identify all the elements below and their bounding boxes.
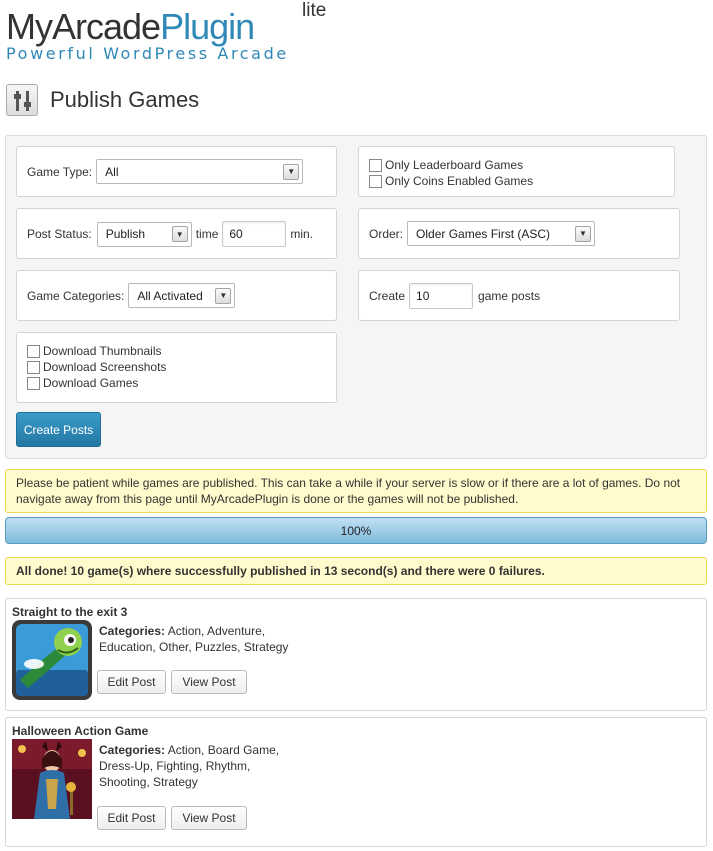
time-input[interactable]: 60	[222, 221, 287, 247]
download-games-label: Download Games	[43, 376, 139, 390]
downloads-box: Download Thumbnails Download Screenshots…	[16, 332, 337, 403]
game-type-value: All	[105, 164, 119, 179]
categories-label: Categories:	[99, 624, 166, 638]
game-categories-select[interactable]: All Activated ▼	[128, 283, 236, 308]
only-coins-checkbox[interactable]	[369, 174, 382, 188]
game-categories: Categories: Action, Adventure, Education…	[99, 623, 299, 655]
download-screenshots-checkbox[interactable]	[27, 360, 40, 374]
create-count-input[interactable]: 10	[409, 283, 474, 309]
game-posts-label: game posts	[478, 289, 541, 303]
view-post-button[interactable]: View Post	[171, 806, 247, 830]
progress-label: 100%	[340, 523, 372, 538]
download-games-checkbox[interactable]	[27, 376, 40, 390]
chevron-down-icon: ▼	[283, 163, 300, 180]
published-game-card: Halloween Action Game Categories: Action…	[5, 717, 707, 847]
only-options-box: Only Leaderboard Games Only Coins Enable…	[358, 146, 675, 197]
myarcadeplugin-logo: MyArcadePlugin lite Powerful WordPress A…	[6, 0, 346, 63]
download-thumbnails-checkbox[interactable]	[27, 344, 40, 358]
game-type-box: Game Type: All ▼	[16, 146, 337, 197]
chevron-down-icon: ▼	[215, 287, 232, 304]
order-box: Order: Older Games First (ASC) ▼	[358, 208, 680, 259]
download-thumbnails-option[interactable]: Download Thumbnails	[27, 343, 166, 359]
edit-post-button[interactable]: Edit Post	[97, 670, 166, 694]
download-games-option[interactable]: Download Games	[27, 375, 166, 391]
post-status-label: Post Status:	[27, 227, 92, 241]
patience-notice: Please be patient while games are publis…	[5, 469, 707, 513]
game-categories-value: All Activated	[137, 288, 203, 303]
game-title: Halloween Action Game	[12, 724, 149, 738]
game-categories-label: Game Categories:	[27, 288, 125, 303]
logo-text-plugin: Plugin	[160, 6, 255, 47]
game-title: Straight to the exit 3	[12, 605, 128, 619]
game-thumbnail	[12, 739, 92, 819]
publish-form: Game Type: All ▼ Only Leaderboard Games …	[5, 135, 707, 459]
published-game-card: Straight to the exit 3 Categories: Actio…	[5, 598, 707, 711]
time-unit-label: min.	[290, 227, 314, 241]
game-type-label: Game Type:	[27, 164, 93, 179]
progress-bar: 100%	[5, 517, 707, 544]
order-select[interactable]: Older Games First (ASC) ▼	[407, 221, 596, 246]
create-label: Create	[369, 289, 406, 303]
post-status-value: Publish	[105, 227, 146, 241]
time-label: time	[195, 227, 219, 241]
only-leaderboard-label: Only Leaderboard Games	[385, 158, 524, 172]
logo-text-my-arcade: MyArcade	[6, 6, 161, 47]
logo-tagline: Powerful WordPress Arcade	[6, 44, 289, 63]
chevron-down-icon: ▼	[575, 225, 592, 242]
post-status-box: Post Status: Publish ▼ time 60 min.	[16, 208, 337, 259]
edit-post-button[interactable]: Edit Post	[97, 806, 166, 830]
download-thumbnails-label: Download Thumbnails	[43, 344, 162, 358]
categories-label: Categories:	[99, 743, 166, 757]
game-type-select[interactable]: All ▼	[96, 159, 304, 184]
only-leaderboard-checkbox[interactable]	[369, 158, 382, 172]
page-header: Publish Games	[6, 84, 199, 116]
settings-sliders-icon	[6, 84, 38, 116]
download-screenshots-label: Download Screenshots	[43, 360, 167, 374]
create-posts-button[interactable]: Create Posts	[16, 412, 101, 447]
only-leaderboard-option[interactable]: Only Leaderboard Games	[369, 157, 533, 173]
order-value: Older Games First (ASC)	[416, 226, 551, 241]
post-status-select[interactable]: Publish ▼	[96, 221, 192, 247]
game-thumbnail	[12, 620, 92, 700]
create-count-box: Create 10 game posts	[358, 270, 680, 321]
page-title: Publish Games	[50, 87, 200, 112]
order-label: Order:	[369, 226, 404, 241]
chevron-down-icon: ▼	[171, 226, 188, 242]
game-categories: Categories: Action, Board Game, Dress-Up…	[99, 742, 284, 790]
logo-lite: lite	[302, 0, 327, 21]
only-coins-option[interactable]: Only Coins Enabled Games	[369, 173, 533, 189]
only-coins-label: Only Coins Enabled Games	[385, 174, 534, 188]
game-categories-box: Game Categories: All Activated ▼	[16, 270, 337, 321]
completion-notice: All done! 10 game(s) where successfully …	[5, 557, 707, 585]
download-screenshots-option[interactable]: Download Screenshots	[27, 359, 166, 375]
view-post-button[interactable]: View Post	[171, 670, 247, 694]
